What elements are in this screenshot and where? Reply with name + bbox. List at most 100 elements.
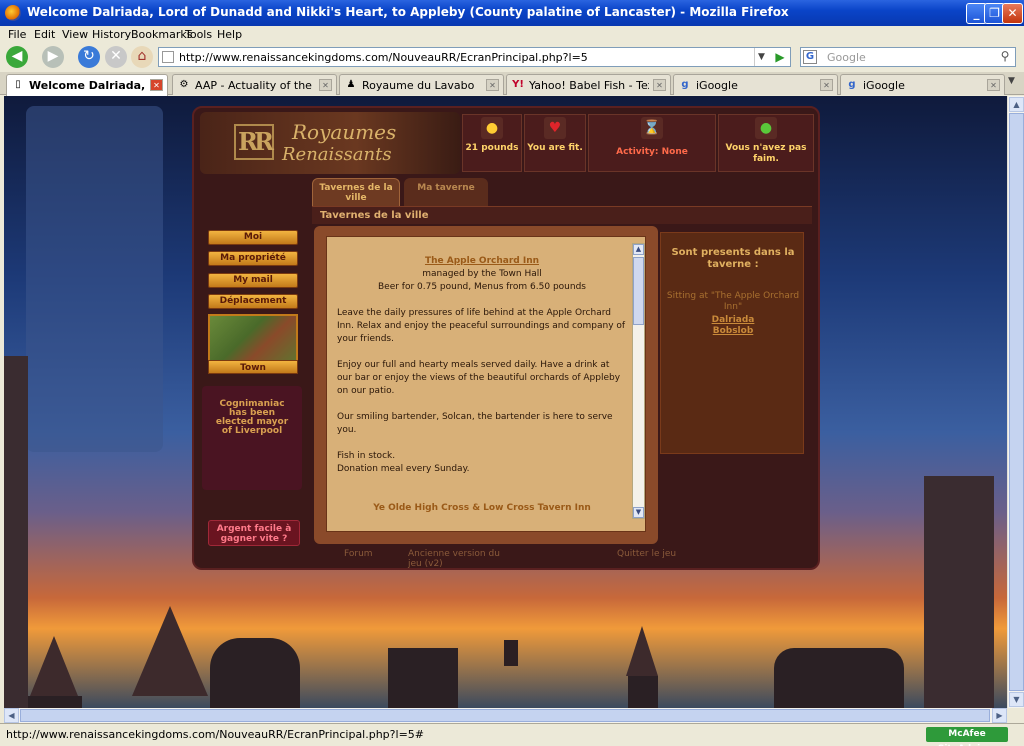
tab-close-icon[interactable]: ✕ xyxy=(150,79,163,91)
scroll-up-icon[interactable]: ▲ xyxy=(633,244,644,255)
quit-game-link[interactable]: Quitter le jeu xyxy=(617,549,676,559)
health-label: You are fit. xyxy=(527,143,583,153)
tab-ma-taverne[interactable]: Ma taverne xyxy=(404,178,488,206)
menu-edit[interactable]: Edit xyxy=(34,28,55,41)
scroll-left-icon[interactable]: ◀ xyxy=(4,708,19,723)
window-title: Welcome Dalriada, Lord of Dunadd and Nik… xyxy=(27,5,789,19)
tab-label: AAP - Actuality of the Renais... xyxy=(195,79,315,92)
side-panel xyxy=(26,106,163,452)
building xyxy=(388,648,458,708)
tab-close-icon[interactable]: ✕ xyxy=(319,79,332,91)
moi-button[interactable]: Moi xyxy=(208,230,298,245)
my-mail-button[interactable]: My mail xyxy=(208,273,298,288)
coins-icon: ● xyxy=(481,117,503,139)
search-icon[interactable]: ⚲ xyxy=(996,49,1014,65)
tavern-description: The Apple Orchard Inn managed by the Tow… xyxy=(326,236,646,532)
activity-label: Activity: None xyxy=(616,147,688,157)
search-box[interactable]: G Google ⚲ xyxy=(800,47,1016,67)
logo-line1: Royaumes xyxy=(292,120,397,144)
back-arrow-icon[interactable]: ◀ xyxy=(6,46,28,68)
reload-icon[interactable]: ↻ xyxy=(78,46,100,68)
home-icon[interactable]: ⌂ xyxy=(131,46,153,68)
scroll-up-icon[interactable]: ▲ xyxy=(1009,97,1024,112)
activity-stat[interactable]: ⌛ Activity: None xyxy=(588,114,716,172)
game-frame: RR Royaumes Renaissants ● 21 pounds ♥ Yo… xyxy=(192,106,820,570)
menu-history[interactable]: History xyxy=(92,28,131,41)
tower-spire xyxy=(626,626,658,676)
menu-bar: File Edit View History Bookmarks Tools H… xyxy=(0,26,1024,44)
mcafee-siteadvisor-badge[interactable]: McAfee SiteAdvisor xyxy=(926,727,1008,746)
page-vertical-scrollbar[interactable]: ▲ ▼ xyxy=(1007,96,1024,708)
tavern-text: The Apple Orchard Inn managed by the Tow… xyxy=(337,243,627,525)
scroll-right-icon[interactable]: ▶ xyxy=(992,708,1007,723)
section-title: Tavernes de la ville xyxy=(312,206,812,224)
tab-babelfish[interactable]: Y! Yahoo! Babel Fish - Text Tran... ✕ xyxy=(506,74,671,95)
tab-aap[interactable]: ⚙ AAP - Actuality of the Renais... ✕ xyxy=(172,74,337,95)
castle-tower xyxy=(924,476,994,708)
next-inn-link[interactable]: Ye Olde High Cross & Low Cross Tavern In… xyxy=(337,502,627,515)
page-content: RR Royaumes Renaissants ● 21 pounds ♥ Yo… xyxy=(4,96,1007,708)
game-logo[interactable]: RR Royaumes Renaissants xyxy=(200,112,460,174)
tab-igoogle-2[interactable]: g iGoogle ✕ xyxy=(840,74,1005,95)
scroll-thumb[interactable] xyxy=(633,257,644,325)
town-button[interactable]: Town xyxy=(208,360,298,374)
inn-paragraph-4b: Donation meal every Sunday. xyxy=(337,464,470,474)
description-scrollbar[interactable]: ▲ ▼ xyxy=(632,243,645,519)
inn-paragraph-2: Enjoy our full and hearty meals served d… xyxy=(337,360,621,396)
close-button[interactable]: ✕ xyxy=(1002,3,1023,24)
menu-bookmarks[interactable]: Bookmarks xyxy=(131,28,192,41)
city-skyline-background xyxy=(4,596,1007,708)
hourglass-icon: ⌛ xyxy=(641,117,663,139)
tab-close-icon[interactable]: ✕ xyxy=(486,79,499,91)
building xyxy=(628,676,658,708)
google-engine-icon[interactable]: G xyxy=(803,50,817,64)
menu-file[interactable]: File xyxy=(8,28,26,41)
address-url[interactable]: http://www.renaissancekingdoms.com/Nouve… xyxy=(179,51,588,64)
page-icon: ▯ xyxy=(15,79,21,90)
stop-icon[interactable]: ✕ xyxy=(105,46,127,68)
address-dropdown-icon[interactable]: ▼ xyxy=(754,48,768,66)
status-url: http://www.renaissancekingdoms.com/Nouve… xyxy=(6,728,424,741)
inn-title-link[interactable]: The Apple Orchard Inn xyxy=(337,255,627,268)
deplacement-button[interactable]: Déplacement xyxy=(208,294,298,309)
health-stat[interactable]: ♥ You are fit. xyxy=(524,114,586,172)
argent-facile-button[interactable]: Argent facile à gagner vite ? xyxy=(208,520,300,546)
person-link-bobslob[interactable]: Bobslob xyxy=(661,326,805,336)
search-placeholder[interactable]: Google xyxy=(827,51,866,64)
menu-view[interactable]: View xyxy=(62,28,88,41)
tab-close-icon[interactable]: ✕ xyxy=(987,79,1000,91)
scroll-down-icon[interactable]: ▼ xyxy=(633,507,644,518)
inn-managed: managed by the Town Hall xyxy=(422,269,542,279)
scroll-thumb[interactable] xyxy=(20,709,990,722)
title-bar: Welcome Dalriada, Lord of Dunadd and Nik… xyxy=(0,0,1024,26)
tab-close-icon[interactable]: ✕ xyxy=(653,79,666,91)
forward-arrow-icon[interactable]: ▶ xyxy=(42,46,64,68)
forum-link[interactable]: Forum xyxy=(344,549,373,559)
present-sitting: Sitting at "The Apple Orchard Inn" xyxy=(666,291,800,312)
news-box: Cognimaniac has been elected mayor of Li… xyxy=(202,386,302,490)
menu-help[interactable]: Help xyxy=(217,28,242,41)
scroll-down-icon[interactable]: ▼ xyxy=(1009,692,1024,707)
tab-igoogle-1[interactable]: g iGoogle ✕ xyxy=(673,74,838,95)
old-version-link[interactable]: Ancienne version du jeu (v2) xyxy=(408,549,508,569)
go-arrow-icon[interactable]: ▶ xyxy=(772,50,788,64)
tab-label: Yahoo! Babel Fish - Text Tran... xyxy=(529,79,649,92)
tab-lavabo[interactable]: ♟ Royaume du Lavabo ✕ xyxy=(339,74,504,95)
apple-icon: ● xyxy=(755,117,777,139)
menu-tools[interactable]: Tools xyxy=(185,28,212,41)
people-present-panel: Sont presents dans la taverne : Sitting … xyxy=(660,232,804,454)
tab-bar: ▯ Welcome Dalriada, Lord ... ✕ ⚙ AAP - A… xyxy=(0,72,1024,96)
tavern-scroll: The Apple Orchard Inn managed by the Tow… xyxy=(314,226,658,544)
person-link-dalriada[interactable]: Dalriada xyxy=(661,315,805,325)
page-horizontal-scrollbar[interactable]: ◀ ▶ xyxy=(4,708,1007,723)
address-bar[interactable]: http://www.renaissancekingdoms.com/Nouve… xyxy=(158,47,791,67)
tab-tavernes-de-la-ville[interactable]: Tavernes de la ville xyxy=(312,178,400,206)
tab-close-icon[interactable]: ✕ xyxy=(820,79,833,91)
scroll-thumb[interactable] xyxy=(1009,113,1024,691)
tower-spire xyxy=(132,606,208,696)
money-stat[interactable]: ● 21 pounds xyxy=(462,114,522,172)
ma-propriete-button[interactable]: Ma propriété xyxy=(208,251,298,266)
tab-welcome[interactable]: ▯ Welcome Dalriada, Lord ... ✕ xyxy=(6,74,168,96)
tab-list-icon[interactable]: ▼ xyxy=(1008,76,1015,86)
hunger-stat[interactable]: ● Vous n'avez pas faim. xyxy=(718,114,814,172)
